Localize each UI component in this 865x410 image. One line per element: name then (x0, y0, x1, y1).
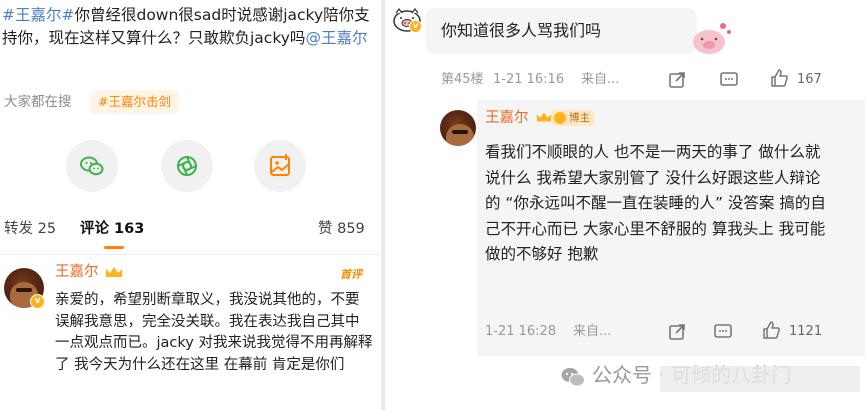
comment-time: 1-21 16:16 (493, 72, 565, 87)
crown-icon (106, 267, 122, 277)
floor-number: 第45楼 (441, 72, 484, 87)
comment-text: 亲爱的，希望别断章取义，我没说其他的，不要误解我意思，完全没关联。我在表达我自己… (55, 292, 373, 373)
wechat-icon (561, 367, 585, 386)
comment-bubble: 你知道很多人骂我们吗 (425, 8, 731, 54)
active-tab-indicator (104, 246, 124, 249)
reply-text: 看我们不顺眼的人 也不是一两天的事了 做什么就说什么 我希望大家别管了 没什么好… (485, 143, 826, 263)
hot-search-tag[interactable]: #王嘉尔击剑 (90, 90, 179, 114)
reply-like-count: 1121 (789, 324, 823, 339)
top-comment-text: 你知道很多人骂我们吗 (441, 21, 602, 40)
comment-icon[interactable] (719, 70, 739, 90)
right-comment-thread-panel: v 你知道很多人骂我们吗 第45楼 1-21 16:16 来自... 167 王… (385, 0, 865, 410)
post-mention[interactable]: @王嘉尔 (305, 29, 367, 47)
first-comment-badge: 首评 (340, 268, 362, 281)
blogger-badge: 博主 (551, 110, 594, 126)
avatar[interactable] (440, 110, 476, 146)
share-row (0, 140, 381, 192)
wechat-icon (80, 156, 104, 176)
save-image-icon (270, 154, 290, 176)
interaction-tabs: 转发 25 评论 163 赞 859 (0, 216, 381, 242)
verified-badge-icon: v (409, 20, 422, 33)
tab-comments[interactable]: 评论 163 (80, 216, 144, 242)
reply-time: 1-21 16:28 (485, 324, 557, 339)
reply-username[interactable]: 王嘉尔 (485, 108, 529, 128)
share-icon[interactable] (667, 322, 687, 342)
like-count: 167 (797, 72, 822, 87)
verified-badge-icon: v (30, 294, 45, 309)
blur-overlay (660, 366, 860, 392)
pig-sticker-icon (693, 23, 731, 54)
comment-source: 来自... (581, 72, 620, 87)
comment-username[interactable]: 王嘉尔 (55, 262, 99, 282)
divider (0, 254, 381, 255)
blogger-badge-label: 博主 (569, 112, 590, 124)
everyone-searching-label: 大家都在搜 (4, 94, 72, 110)
post-hashtag[interactable]: #王嘉尔# (2, 6, 74, 24)
left-weibo-post-panel: #王嘉尔#你曾经很down很sad时说感谢jacky陪你支持你，现在这样又算什么… (0, 0, 381, 410)
like-icon[interactable] (769, 68, 789, 88)
reply-source: 来自... (573, 324, 612, 339)
tab-likes[interactable]: 赞 859 (318, 216, 365, 242)
share-moments-button[interactable] (161, 140, 213, 192)
post-text: #王嘉尔#你曾经很down很sad时说感谢jacky陪你支持你，现在这样又算什么… (2, 4, 377, 50)
share-icon[interactable] (667, 70, 687, 90)
save-image-button[interactable] (254, 140, 306, 192)
like-icon[interactable] (761, 320, 781, 340)
tab-repost[interactable]: 转发 25 (4, 216, 56, 242)
comment-icon[interactable] (713, 322, 733, 342)
share-wechat-button[interactable] (66, 140, 118, 192)
moments-icon (177, 156, 197, 176)
